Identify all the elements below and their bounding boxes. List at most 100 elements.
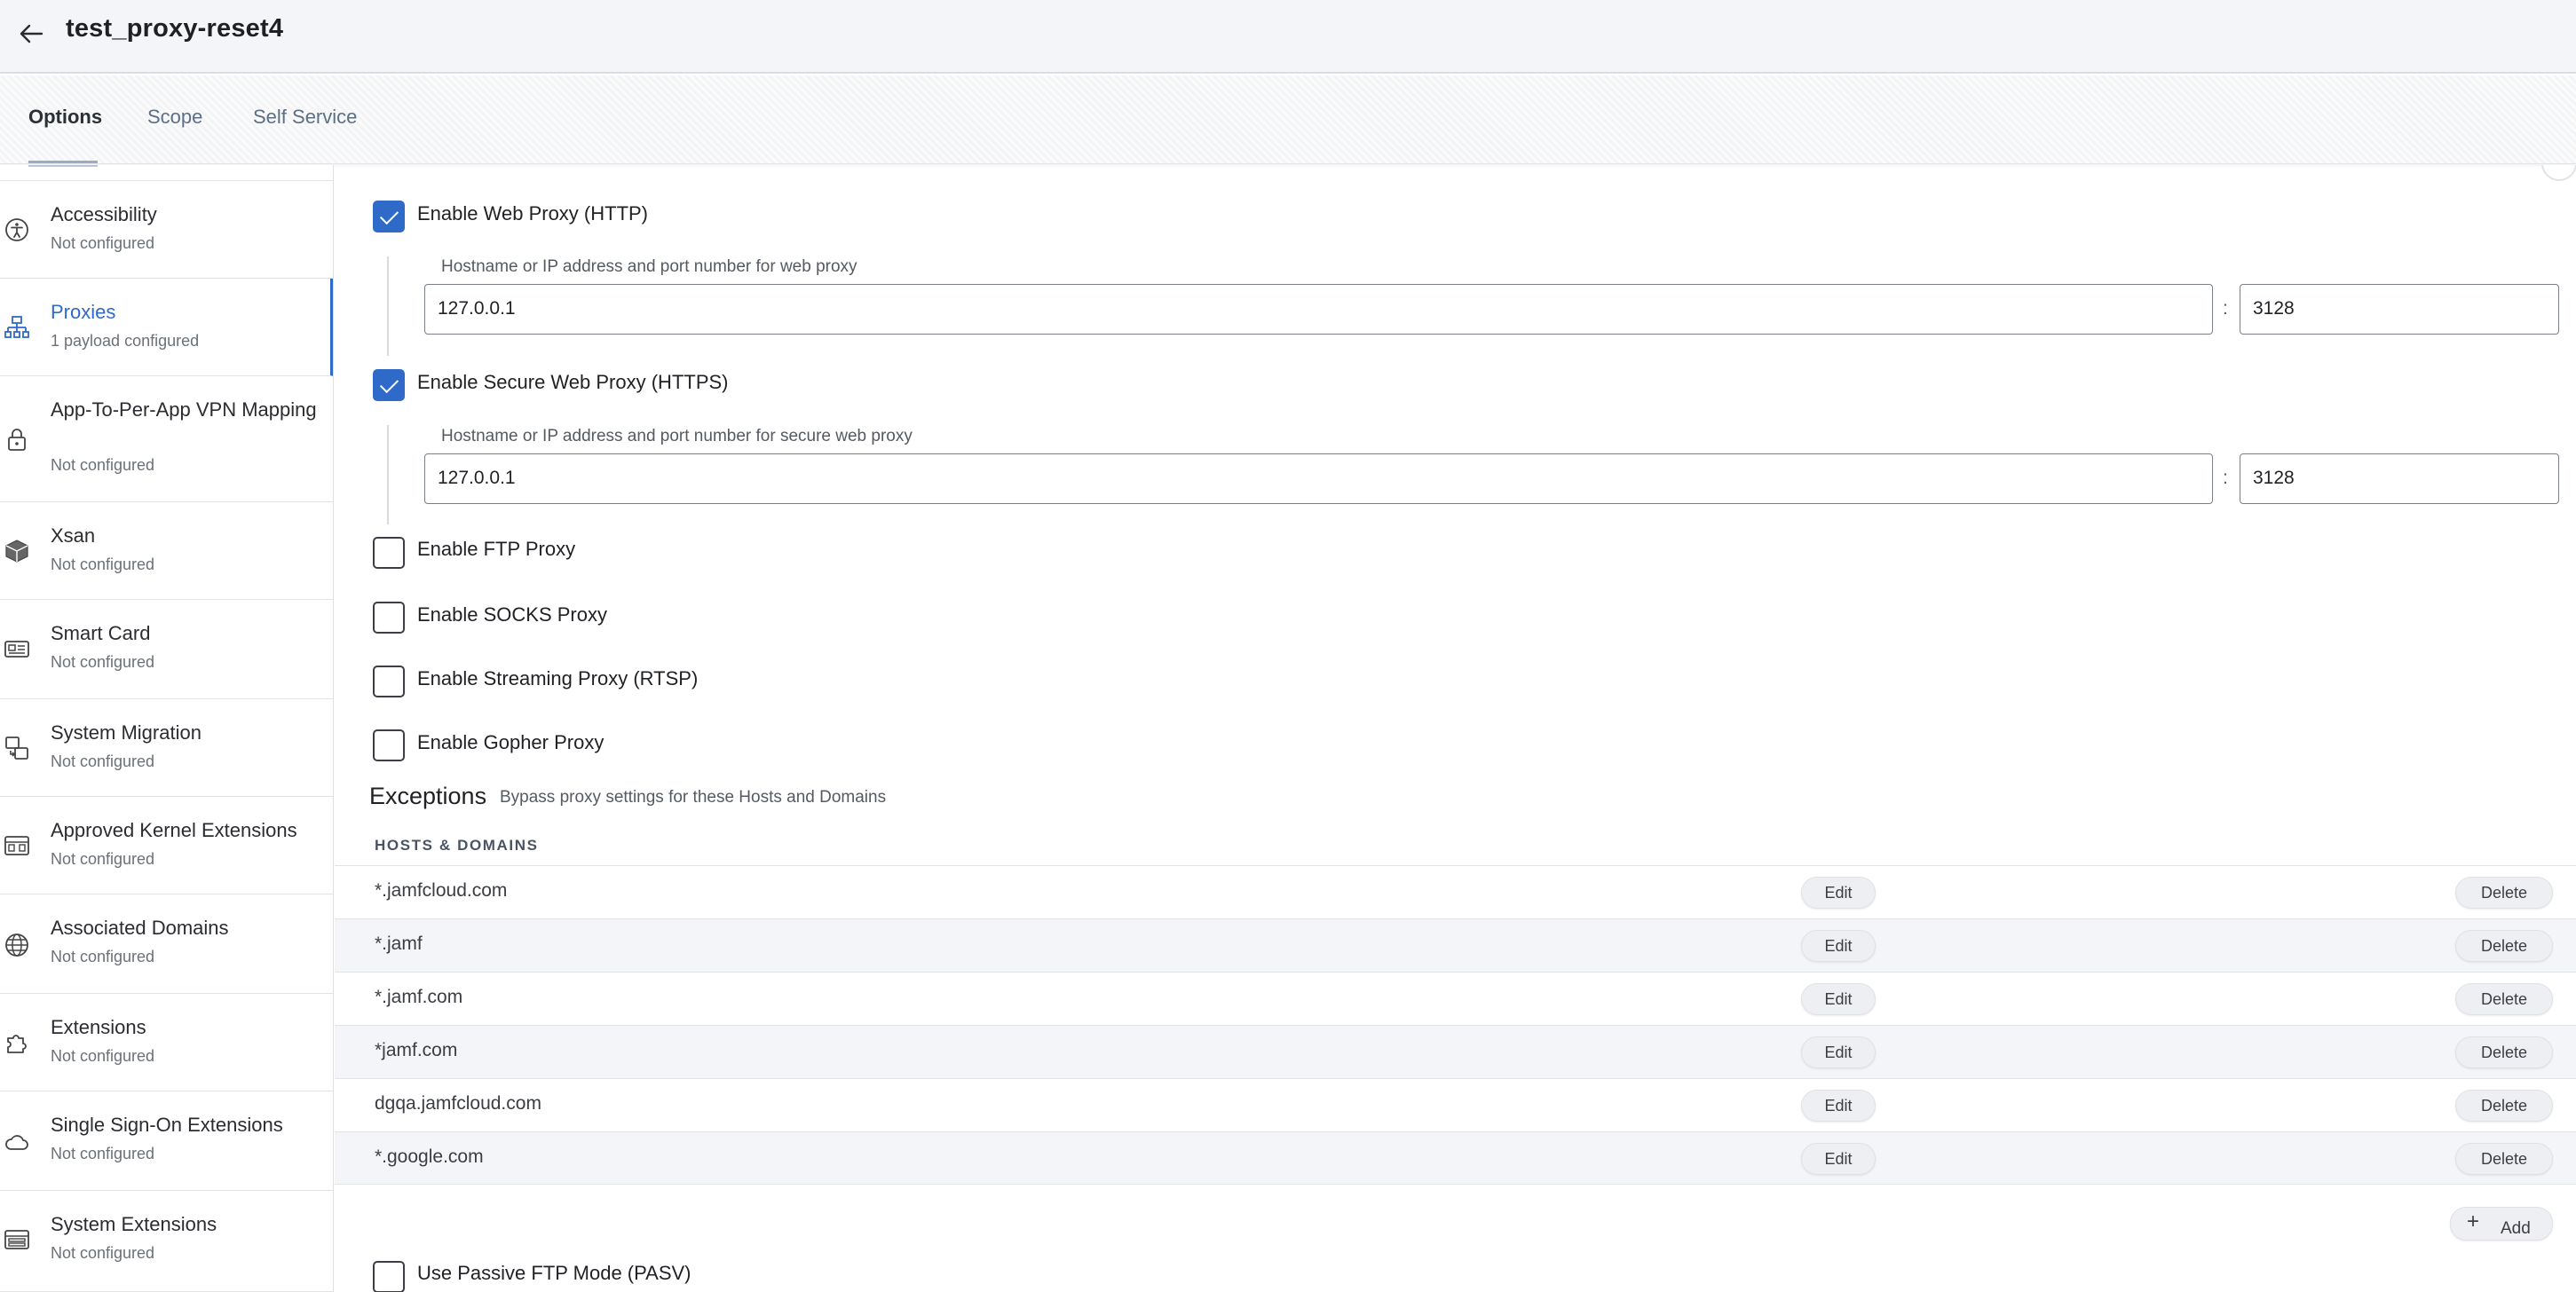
smart-card-icon	[4, 641, 29, 658]
gopher-proxy-checkbox[interactable]	[373, 729, 405, 761]
tab-bar: Options Scope Self Service	[0, 75, 2576, 164]
exceptions-description: Bypass proxy settings for these Hosts an…	[500, 788, 887, 807]
secure-proxy-host-input[interactable]: 127.0.0.1	[424, 453, 2213, 504]
sidebar-item-subtitle: Not configured	[51, 1145, 155, 1162]
table-row: *jamf.com Edit Delete	[335, 1025, 2576, 1078]
delete-button[interactable]: Delete	[2455, 930, 2553, 962]
host-domain-value: *.jamf.com	[375, 987, 463, 1007]
globe-icon	[5, 934, 28, 957]
host-domain-value: *.google.com	[375, 1146, 484, 1167]
remove-payload-button[interactable]	[2541, 165, 2576, 181]
tab-self-service[interactable]: Self Service	[253, 106, 357, 129]
cloud-icon	[5, 1135, 28, 1150]
tab-scope[interactable]: Scope	[147, 106, 202, 129]
accessibility-icon	[5, 218, 28, 241]
edit-button[interactable]: Edit	[1801, 1143, 1876, 1175]
web-proxy-port-input[interactable]: 3128	[2240, 284, 2559, 335]
table-row: *.jamf.com Edit Delete	[335, 972, 2576, 1025]
web-proxy-label: Enable Web Proxy (HTTP)	[417, 202, 649, 225]
web-proxy-host-input[interactable]: 127.0.0.1	[424, 284, 2213, 335]
sidebar-item-subtitle: Not configured	[51, 1047, 155, 1065]
hosts-domains-column-header: HOSTS & DOMAINS	[375, 837, 539, 854]
web-proxy-field-label: Hostname or IP address and port number f…	[441, 257, 857, 276]
sidebar-item-title: App-To-Per-App VPN Mapping	[51, 398, 317, 421]
sidebar-item-title: Single Sign-On Extensions	[51, 1114, 283, 1136]
web-proxy-checkbox[interactable]	[373, 201, 405, 232]
active-tab-indicator	[28, 161, 98, 163]
sidebar-item-proxies[interactable]: Proxies 1 payload configured	[0, 279, 333, 376]
secure-proxy-checkbox[interactable]	[373, 369, 405, 401]
delete-button[interactable]: Delete	[2455, 1090, 2553, 1122]
sidebar-item-title: Extensions	[51, 1016, 146, 1038]
proxy-settings-panel: Enable Web Proxy (HTTP) Hostname or IP a…	[335, 165, 2576, 1292]
sidebar-item-title: Approved Kernel Extensions	[51, 819, 297, 841]
sidebar-item-associated-domains[interactable]: Associated Domains Not configured	[0, 894, 333, 994]
add-exception-button[interactable]: + Add	[2450, 1207, 2553, 1241]
payload-sidebar[interactable]: Accessibility Not configured Proxies 1 p…	[0, 165, 334, 1292]
rtsp-proxy-checkbox[interactable]	[373, 666, 405, 697]
delete-button[interactable]: Delete	[2455, 1143, 2553, 1175]
sidebar-item-title: Proxies	[51, 301, 116, 323]
secure-proxy-port-input[interactable]: 3128	[2240, 453, 2559, 504]
port-separator: :	[2223, 298, 2228, 319]
sidebar-item-system-extensions[interactable]: System Extensions Not configured	[0, 1191, 333, 1292]
socks-proxy-label: Enable SOCKS Proxy	[417, 603, 607, 626]
sidebar-item-subtitle: Not configured	[51, 456, 155, 474]
sidebar-item-smart-card[interactable]: Smart Card Not configured	[0, 600, 333, 699]
sidebar-item-subtitle: Not configured	[51, 1244, 155, 1262]
sidebar-item-extensions[interactable]: Extensions Not configured	[0, 994, 333, 1091]
sidebar-item-title: Smart Card	[51, 622, 151, 644]
delete-button[interactable]: Delete	[2455, 1036, 2553, 1068]
puzzle-icon	[7, 1035, 27, 1053]
host-domain-value: dgqa.jamfcloud.com	[375, 1093, 541, 1114]
edit-button[interactable]: Edit	[1801, 1090, 1876, 1122]
migration-icon	[5, 737, 28, 760]
kernel-icon	[4, 836, 29, 855]
ftp-proxy-checkbox[interactable]	[373, 537, 405, 569]
passive-ftp-checkbox[interactable]	[373, 1261, 405, 1292]
host-domain-value: *.jamf	[375, 934, 423, 954]
secure-proxy-label: Enable Secure Web Proxy (HTTPS)	[417, 371, 729, 393]
socks-proxy-checkbox[interactable]	[373, 602, 405, 634]
table-row: dgqa.jamfcloud.com Edit Delete	[335, 1078, 2576, 1131]
add-label: Add	[2501, 1219, 2531, 1238]
gopher-proxy-label: Enable Gopher Proxy	[417, 731, 604, 753]
lock-icon	[8, 429, 26, 451]
sidebar-item-title: Accessibility	[51, 203, 157, 225]
tab-options[interactable]: Options	[28, 106, 102, 129]
indent-line	[387, 425, 389, 524]
ftp-proxy-label: Enable FTP Proxy	[417, 538, 576, 560]
plus-icon: +	[2467, 1209, 2480, 1233]
sidebar-item-subtitle: 1 payload configured	[51, 332, 200, 350]
sidebar-item-accessibility[interactable]: Accessibility Not configured	[0, 181, 333, 279]
sidebar-item-subtitle: Not configured	[51, 752, 155, 770]
sidebar-item-sso-extensions[interactable]: Single Sign-On Extensions Not configured	[0, 1091, 333, 1191]
back-arrow-icon[interactable]	[18, 18, 44, 50]
sidebar-item-subtitle: Not configured	[51, 234, 155, 252]
host-domain-value: *.jamfcloud.com	[375, 880, 508, 901]
passive-ftp-label: Use Passive FTP Mode (PASV)	[417, 1262, 691, 1284]
sidebar-item-subtitle: Not configured	[51, 653, 155, 671]
edit-button[interactable]: Edit	[1801, 1036, 1876, 1068]
extensions-icon	[4, 1230, 29, 1249]
delete-button[interactable]: Delete	[2455, 983, 2553, 1015]
sidebar-item-previous[interactable]	[0, 165, 333, 181]
sidebar-item-system-migration[interactable]: System Migration Not configured	[0, 699, 333, 797]
page-header: test_proxy-reset4	[0, 0, 2576, 74]
box-icon	[5, 540, 28, 563]
delete-button[interactable]: Delete	[2455, 877, 2553, 909]
sidebar-item-kernel-extensions[interactable]: Approved Kernel Extensions Not configure…	[0, 797, 333, 894]
sidebar-item-subtitle: Not configured	[51, 948, 155, 965]
secure-proxy-field-label: Hostname or IP address and port number f…	[441, 427, 913, 445]
sidebar-item-title: Xsan	[51, 524, 96, 547]
indent-line	[387, 256, 389, 356]
host-domain-value: *jamf.com	[375, 1040, 458, 1060]
port-separator: :	[2223, 468, 2228, 488]
sidebar-item-app-vpn-mapping[interactable]: App-To-Per-App VPN Mapping Not configure…	[0, 376, 333, 502]
sidebar-item-xsan[interactable]: Xsan Not configured	[0, 502, 333, 600]
sidebar-item-title: System Extensions	[51, 1213, 217, 1235]
edit-button[interactable]: Edit	[1801, 877, 1876, 909]
sidebar-item-title: Associated Domains	[51, 917, 229, 939]
edit-button[interactable]: Edit	[1801, 983, 1876, 1015]
edit-button[interactable]: Edit	[1801, 930, 1876, 962]
